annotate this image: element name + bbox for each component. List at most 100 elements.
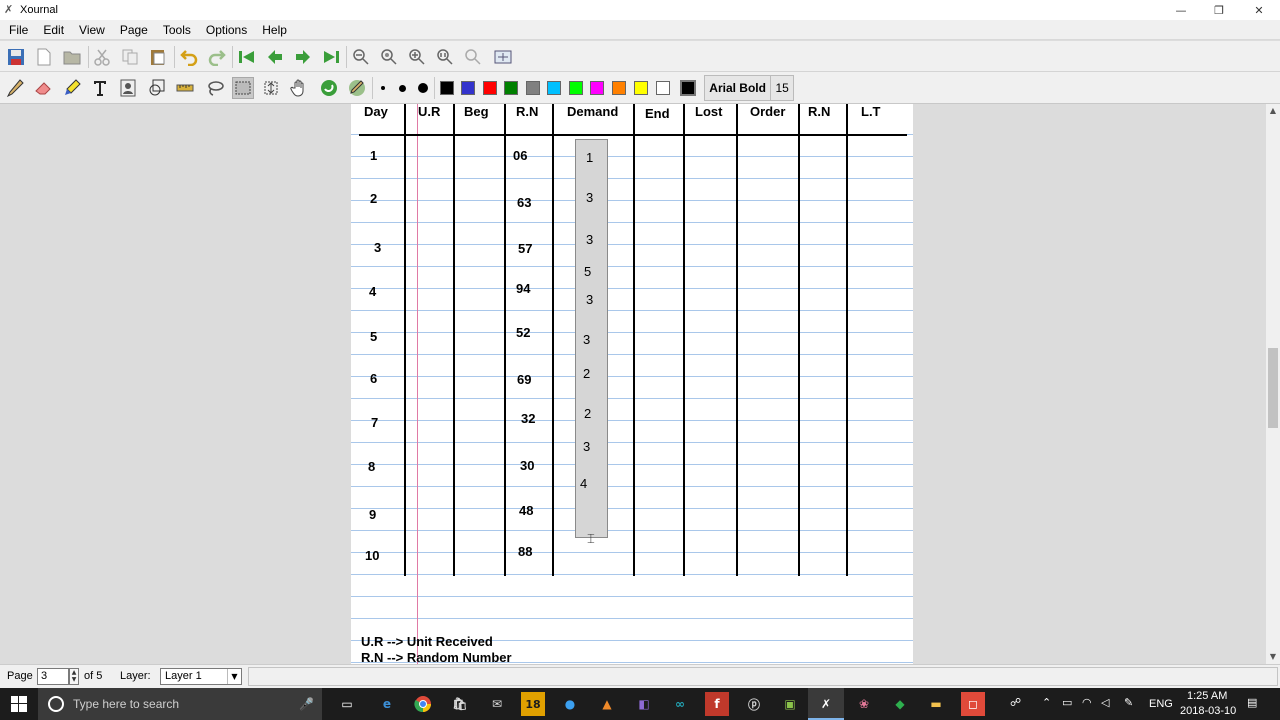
open-button[interactable] <box>61 46 83 68</box>
default-button[interactable] <box>318 77 340 99</box>
cut-button[interactable] <box>91 46 113 68</box>
next-page-button[interactable] <box>292 46 314 68</box>
color-swatch[interactable] <box>569 81 583 95</box>
copy-button[interactable] <box>119 46 141 68</box>
edge-icon[interactable]: e <box>375 692 399 716</box>
redo-button[interactable] <box>206 46 228 68</box>
medium-stroke-button[interactable] <box>399 85 406 92</box>
app-icon[interactable]: ◆ <box>888 692 912 716</box>
language-indicator[interactable]: ENG <box>1149 698 1173 710</box>
arduino-icon[interactable]: ∞ <box>668 692 692 716</box>
taskbar-search[interactable]: Type here to search 🎤 <box>38 688 322 720</box>
fullscreen-button[interactable] <box>492 46 514 68</box>
color-swatch[interactable] <box>461 81 475 95</box>
chrome-icon[interactable] <box>411 692 435 716</box>
highlighter-tool-button[interactable] <box>62 77 84 99</box>
network-icon[interactable]: ◠ <box>1082 696 1092 709</box>
app-18-icon[interactable]: 18 <box>521 692 545 716</box>
menu-options[interactable]: Options <box>197 23 253 37</box>
battery-icon[interactable]: ▭ <box>1062 696 1072 709</box>
xournal-task-icon[interactable]: ✗ <box>814 692 838 716</box>
color-swatch[interactable] <box>590 81 604 95</box>
color-swatch[interactable] <box>634 81 648 95</box>
zoom-set-button[interactable] <box>462 46 484 68</box>
people-icon[interactable]: ☍ <box>1010 696 1021 709</box>
paste-button[interactable] <box>147 46 169 68</box>
color-swatch[interactable] <box>504 81 518 95</box>
restore-button[interactable]: ❐ <box>1200 0 1238 20</box>
app-f-icon[interactable]: f <box>705 692 729 716</box>
rect-select-button[interactable] <box>232 77 254 99</box>
menu-tools[interactable]: Tools <box>154 23 197 37</box>
store-icon[interactable]: 🛍 <box>448 692 472 716</box>
menu-page[interactable]: Page <box>111 23 154 37</box>
layer-dropdown[interactable]: Layer 1 ▼ <box>160 668 242 685</box>
menu-help[interactable]: Help <box>253 23 293 37</box>
page-number-input[interactable]: 3 <box>37 668 69 685</box>
zoom-in-button[interactable] <box>406 46 428 68</box>
image-tool-button[interactable] <box>117 77 139 99</box>
zoom-out-button[interactable] <box>350 46 372 68</box>
scroll-down-icon[interactable]: ▼ <box>1266 650 1280 664</box>
clock-date[interactable]: 2018-03-10 <box>1180 705 1236 717</box>
day-cell: 9 <box>369 507 377 522</box>
clock-time[interactable]: 1:25 AM <box>1187 690 1227 702</box>
menu-edit[interactable]: Edit <box>34 23 70 37</box>
shape-recognizer-button[interactable] <box>146 77 168 99</box>
ruler-button[interactable] <box>174 77 196 99</box>
page[interactable]: Day U.R Beg R.N Demand End Lost Order R.… <box>351 104 913 664</box>
menu-file[interactable]: File <box>0 23 34 37</box>
color-swatch[interactable] <box>440 81 454 95</box>
legend-note-ur: U.R --> Unit Received <box>361 634 493 649</box>
new-button[interactable] <box>33 46 55 68</box>
show-hidden-icons[interactable]: ⌃ <box>1042 696 1051 709</box>
visual-studio-icon[interactable]: ◧ <box>632 692 656 716</box>
pen-tool-button[interactable] <box>5 77 27 99</box>
menu-view[interactable]: View <box>70 23 111 37</box>
default-pen-button[interactable] <box>346 77 368 99</box>
zoom-normal-icon <box>381 49 397 65</box>
vertical-scrollbar[interactable]: ▲ ▼ <box>1266 104 1280 664</box>
zoom-100-button[interactable] <box>378 46 400 68</box>
previous-page-button[interactable] <box>264 46 286 68</box>
scrollbar-thumb[interactable] <box>1268 348 1278 428</box>
maps-icon[interactable]: ● <box>558 692 582 716</box>
file-explorer-icon[interactable]: ▬ <box>924 692 948 716</box>
app-icon[interactable]: ▣ <box>778 692 802 716</box>
thick-stroke-button[interactable] <box>418 83 428 93</box>
color-swatch[interactable] <box>656 81 670 95</box>
font-button[interactable]: Arial Bold 15 <box>704 75 794 101</box>
mail-icon[interactable]: ✉ <box>485 692 509 716</box>
lasso-select-button[interactable] <box>204 77 226 99</box>
save-button[interactable] <box>5 46 27 68</box>
color-swatch[interactable] <box>526 81 540 95</box>
microphone-icon[interactable]: 🎤 <box>299 697 314 711</box>
color-swatch[interactable] <box>612 81 626 95</box>
volume-icon[interactable]: ◁ <box>1101 696 1109 709</box>
app-icon[interactable]: ❀ <box>852 692 876 716</box>
hand-tool-button[interactable] <box>288 77 310 99</box>
color-swatch[interactable] <box>483 81 497 95</box>
page-width-button[interactable] <box>434 46 456 68</box>
text-tool-button[interactable] <box>89 77 111 99</box>
undo-button[interactable] <box>178 46 200 68</box>
color-swatch[interactable] <box>680 80 696 96</box>
vertical-space-button[interactable] <box>260 77 282 99</box>
app-icon[interactable]: ◻ <box>961 692 985 716</box>
pen-workspace-icon[interactable]: ✎ <box>1124 696 1133 709</box>
scroll-up-icon[interactable]: ▲ <box>1266 104 1280 118</box>
document-canvas[interactable]: Day U.R Beg R.N Demand End Lost Order R.… <box>0 104 1266 664</box>
app-icon[interactable]: ▲ <box>595 692 619 716</box>
close-button[interactable]: ✕ <box>1240 0 1278 20</box>
minimize-button[interactable]: — <box>1162 0 1200 20</box>
eraser-tool-button[interactable] <box>32 77 54 99</box>
task-view-icon[interactable]: ▭ <box>335 692 359 716</box>
app-p-icon[interactable]: ⓟ <box>742 692 766 716</box>
page-spinner[interactable]: ▲ ▼ <box>69 668 79 685</box>
first-page-button[interactable] <box>236 46 258 68</box>
last-page-button[interactable] <box>320 46 342 68</box>
start-button[interactable] <box>0 688 38 720</box>
color-swatch[interactable] <box>547 81 561 95</box>
notifications-icon[interactable]: ▤ <box>1247 696 1257 709</box>
thin-stroke-button[interactable] <box>381 86 385 90</box>
